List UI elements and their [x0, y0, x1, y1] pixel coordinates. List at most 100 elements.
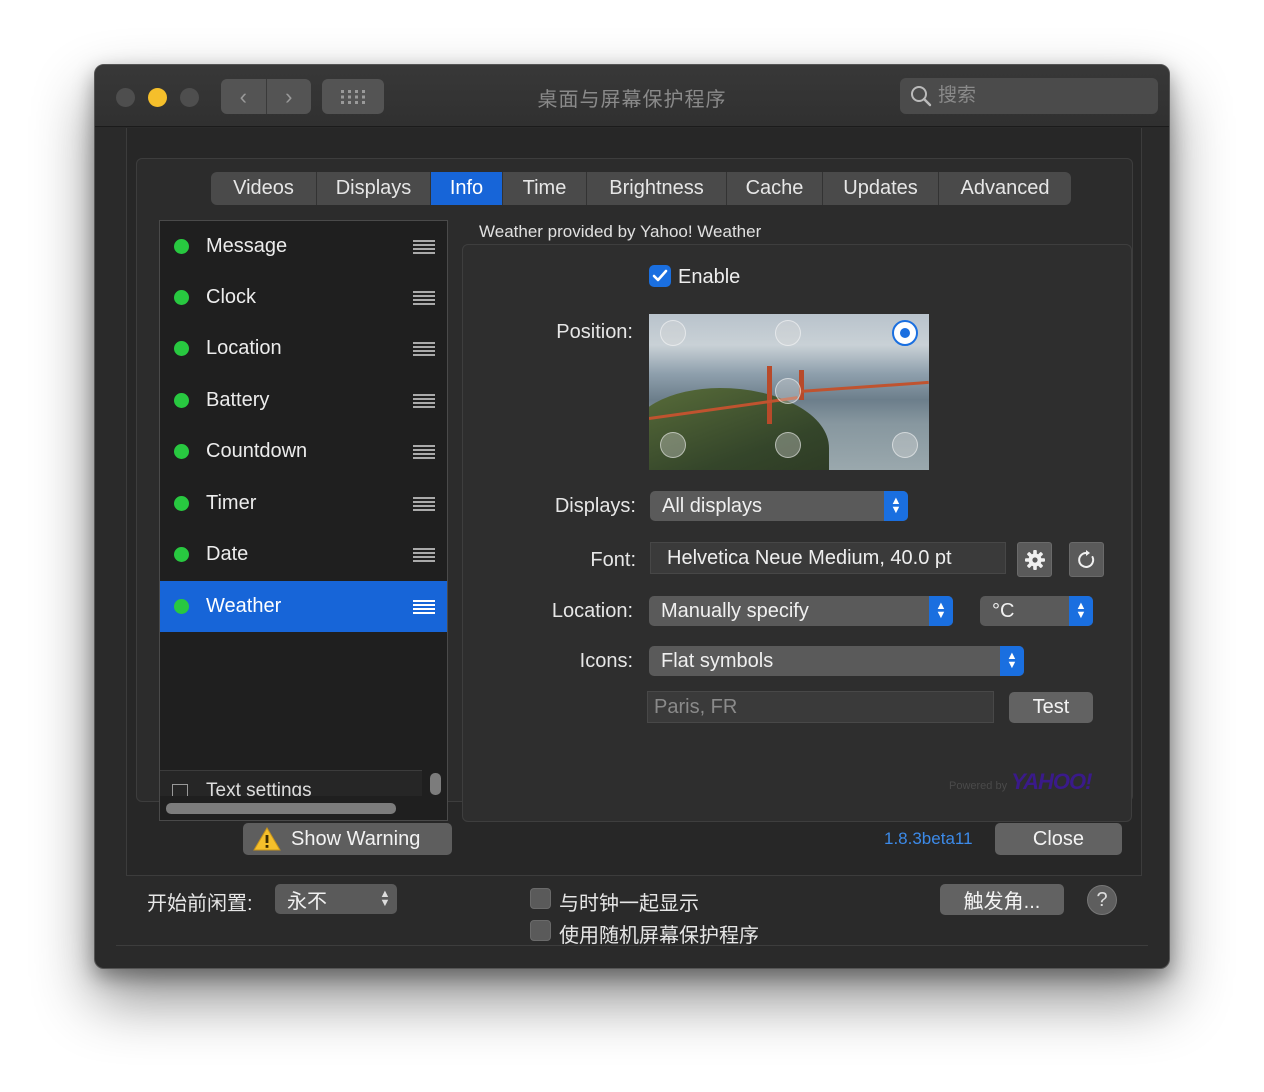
position-top-right-radio[interactable] [892, 320, 918, 346]
list-item-battery[interactable]: Battery [160, 375, 447, 426]
enable-label: Enable [678, 266, 741, 288]
chevron-updown-icon: ▲ ▼ [1069, 596, 1093, 626]
random-screensaver-checkbox[interactable] [530, 920, 551, 941]
font-reset-button[interactable] [1069, 542, 1104, 577]
show-warning-button[interactable]: Show Warning [243, 823, 452, 855]
status-dot [174, 599, 189, 614]
text-settings-row[interactable]: Text settings [160, 770, 422, 796]
drag-handle-icon[interactable] [413, 444, 435, 459]
checkmark-icon [652, 269, 668, 282]
font-value: Helvetica Neue Medium, 40.0 pt [667, 546, 952, 569]
idle-popup[interactable]: 永不 ▲ ▼ [275, 884, 397, 914]
weather-provider-caption: Weather provided by Yahoo! Weather [479, 222, 762, 241]
displays-label: Displays: [554, 495, 636, 517]
position-bottom-center-radio[interactable] [775, 432, 801, 458]
list-item-label: Battery [206, 389, 270, 411]
drag-handle-icon[interactable] [413, 341, 435, 356]
chevron-updown-icon: ▲ ▼ [884, 491, 908, 521]
show-with-clock-checkbox[interactable] [530, 888, 551, 909]
drag-handle-icon[interactable] [413, 239, 435, 254]
divider [116, 945, 1148, 946]
status-dot [174, 444, 189, 459]
font-field: Helvetica Neue Medium, 40.0 pt [650, 542, 1006, 574]
tab-brightness[interactable]: Brightness [587, 172, 727, 205]
help-button[interactable]: ? [1087, 885, 1117, 915]
drag-handle-icon[interactable] [413, 496, 435, 511]
temperature-unit-popup[interactable]: °C ▲ ▼ [980, 596, 1093, 626]
tab-info[interactable]: Info [431, 172, 503, 205]
icons-popup[interactable]: Flat symbols ▲ ▼ [649, 646, 1024, 676]
chevron-updown-icon: ▲ ▼ [929, 596, 953, 626]
list-item-label: Date [206, 543, 249, 565]
search-field[interactable] [900, 78, 1158, 114]
tab-displays[interactable]: Displays [317, 172, 431, 205]
warning-icon [253, 827, 281, 851]
list-item-countdown[interactable]: Countdown [160, 426, 447, 477]
weather-settings-box: Enable Position: Displays: All displays … [462, 244, 1132, 822]
tab-bar: Videos Displays Info Time Brightness Cac… [211, 172, 1071, 205]
font-label: Font: [590, 549, 636, 571]
position-bottom-right-radio[interactable] [892, 432, 918, 458]
list-item-date[interactable]: Date [160, 529, 447, 580]
text-icon [172, 784, 188, 796]
tab-cache[interactable]: Cache [727, 172, 823, 205]
position-top-left-radio[interactable] [660, 320, 686, 346]
version-label: 1.8.3beta11 [884, 829, 973, 848]
drag-handle-icon[interactable] [413, 290, 435, 305]
drag-handle-icon[interactable] [413, 393, 435, 408]
idle-value: 永不 [287, 890, 327, 913]
yahoo-logo-text: YAHOO! [1011, 769, 1092, 794]
location-text-field[interactable] [647, 691, 994, 723]
location-input[interactable] [648, 692, 993, 722]
tab-videos[interactable]: Videos [211, 172, 317, 205]
position-center-radio[interactable] [775, 378, 801, 404]
chevron-updown-icon: ▲ ▼ [379, 888, 391, 909]
list-item-location[interactable]: Location [160, 323, 447, 374]
position-preview-image [649, 314, 929, 470]
status-dot [174, 393, 189, 408]
status-dot [174, 547, 189, 562]
font-settings-button[interactable] [1017, 542, 1052, 577]
list-item-label: Message [206, 235, 288, 257]
location-label: Location: [551, 600, 633, 622]
gear-icon [1024, 549, 1045, 570]
horizontal-scrollbar[interactable] [166, 803, 396, 814]
icons-label: Icons: [579, 650, 633, 672]
tab-content-box: Videos Displays Info Time Brightness Cac… [136, 158, 1133, 822]
preferences-window: ‹ › 桌面与屏幕保护程序 Videos D [94, 64, 1170, 969]
list-item-clock[interactable]: Clock [160, 272, 447, 323]
position-top-center-radio[interactable] [775, 320, 801, 346]
close-button[interactable]: Close [995, 823, 1122, 855]
list-item-label: Clock [206, 286, 257, 308]
random-screensaver-label: 使用随机屏幕保护程序 [559, 925, 759, 947]
chevron-updown-icon: ▲ ▼ [1000, 646, 1024, 676]
hot-corners-button[interactable]: 触发角... [940, 884, 1064, 915]
show-with-clock-label: 与时钟一起显示 [559, 893, 699, 915]
list-item-weather[interactable]: Weather [160, 581, 447, 632]
list-item-timer[interactable]: Timer [160, 478, 447, 529]
displays-popup[interactable]: All displays ▲ ▼ [650, 491, 908, 521]
status-dot [174, 496, 189, 511]
tab-updates[interactable]: Updates [823, 172, 939, 205]
status-dot [174, 290, 189, 305]
drag-handle-icon[interactable] [413, 547, 435, 562]
powered-by-label: Powered by [949, 780, 1008, 792]
status-dot [174, 239, 189, 254]
list-item-message[interactable]: Message [160, 221, 447, 272]
position-label: Position: [556, 321, 633, 343]
location-value: Manually specify [661, 599, 809, 622]
tab-advanced[interactable]: Advanced [939, 172, 1071, 205]
position-bottom-left-radio[interactable] [660, 432, 686, 458]
settings-sheet: Videos Displays Info Time Brightness Cac… [126, 128, 1142, 876]
refresh-icon [1077, 549, 1094, 568]
location-popup[interactable]: Manually specify ▲ ▼ [649, 596, 953, 626]
drag-handle-icon[interactable] [413, 599, 435, 614]
tab-time[interactable]: Time [503, 172, 587, 205]
search-input[interactable] [938, 85, 1138, 107]
vertical-scrollbar[interactable] [430, 773, 441, 795]
test-button[interactable]: Test [1009, 692, 1093, 723]
enable-checkbox[interactable] [649, 265, 671, 287]
temperature-unit-value: °C [992, 599, 1015, 622]
search-icon [911, 86, 932, 107]
list-item-label: Countdown [206, 440, 308, 462]
